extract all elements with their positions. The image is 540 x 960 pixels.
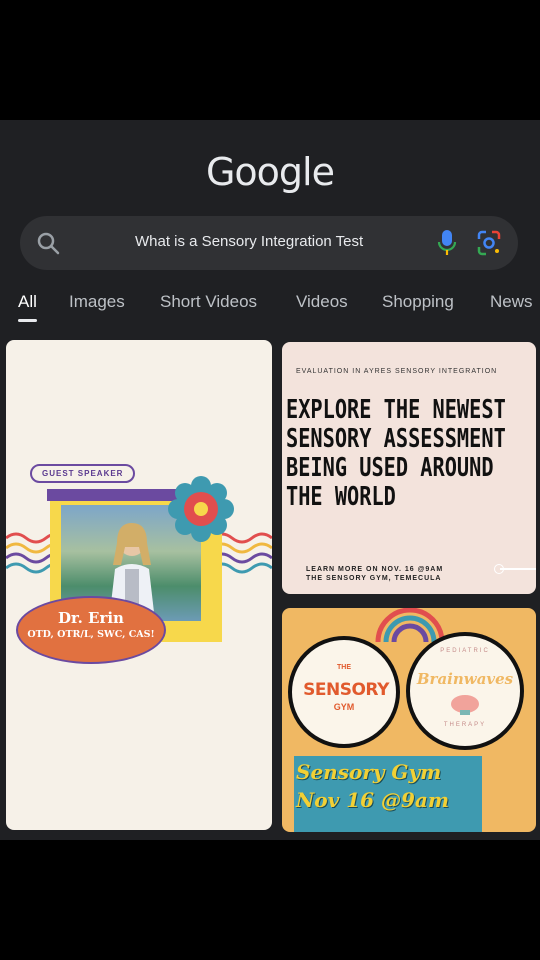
search-query[interactable]: What is a Sensory Integration Test — [135, 233, 363, 250]
speaker-credentials: OTD, OTR/L, SWC, CAS! — [27, 629, 155, 640]
search-icon[interactable] — [36, 231, 62, 262]
speaker-name-badge: Dr. Erin OTD, OTR/L, SWC, CAS! — [16, 596, 166, 664]
brain-icon — [451, 695, 479, 715]
guest-speaker-label: GUEST SPEAKER — [30, 464, 136, 483]
tab-images[interactable]: Images — [69, 292, 125, 312]
image-result-card-guest-speaker[interactable]: GUEST SPEAKER Dr. Erin OTD, OTR/L, SWC, … — [6, 340, 272, 830]
event-title-line1: Sensory Gym — [296, 760, 442, 784]
google-logo: Google — [205, 150, 335, 194]
logo-the: THE — [337, 664, 351, 671]
venue-text: THE SENSORY GYM, TEMECULA — [306, 575, 442, 582]
event-title: Sensory Gym Nov 16 @9am — [296, 758, 536, 814]
brainwaves-logo: PEDIATRIC Brainwaves THERAPY — [406, 632, 524, 750]
speaker-name: Dr. Erin — [58, 609, 124, 627]
learn-more-text: LEARN MORE ON NOV. 16 @9AM — [306, 566, 444, 573]
logo-pediatric: PEDIATRIC — [440, 648, 490, 654]
search-tabs: All Images Short Videos Videos Shopping … — [0, 292, 540, 322]
mic-icon[interactable] — [435, 228, 459, 263]
tab-news[interactable]: News — [490, 292, 533, 312]
card-eyebrow: EVALUATION IN AYRES SENSORY INTEGRATION — [296, 368, 498, 375]
event-title-line2: Nov 16 @9am — [296, 788, 450, 812]
card-headline: EXPLORE THE NEWEST SENSORY ASSESSMENT BE… — [286, 395, 506, 512]
sensory-gym-logo: THE SENSORY GYM — [288, 636, 400, 748]
tab-all[interactable]: All — [18, 292, 37, 322]
logo-therapy: THERAPY — [443, 722, 487, 728]
flower-icon — [168, 476, 234, 542]
tab-shopping[interactable]: Shopping — [382, 292, 454, 312]
tab-videos[interactable]: Videos — [296, 292, 348, 312]
image-result-card-sensory-gym[interactable]: THE SENSORY GYM PEDIATRIC Brainwaves THE… — [282, 608, 536, 832]
lens-icon[interactable] — [475, 229, 503, 262]
logo-sensory: SENSORY — [303, 680, 389, 700]
slider-decoration — [494, 564, 536, 574]
logo-gym: GYM — [333, 702, 355, 712]
tab-short-videos[interactable]: Short Videos — [160, 292, 257, 312]
search-results-screen: Google What is a Sensory Integration Tes… — [0, 120, 540, 840]
image-result-card-assessment[interactable]: EVALUATION IN AYRES SENSORY INTEGRATION … — [282, 342, 536, 594]
search-bar[interactable]: What is a Sensory Integration Test — [20, 216, 518, 270]
logo-brainwaves: Brainwaves — [416, 670, 514, 688]
